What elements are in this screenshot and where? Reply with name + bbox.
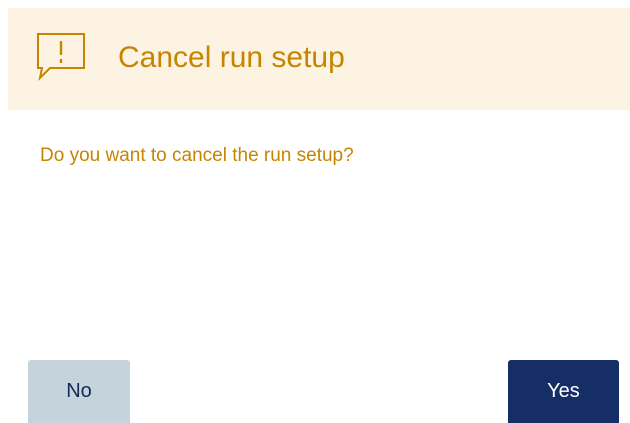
no-button[interactable]: No (28, 360, 130, 423)
dialog-message: Do you want to cancel the run setup? (40, 145, 354, 166)
speech-exclamation-icon (34, 30, 88, 84)
dialog-title: Cancel run setup (118, 41, 345, 74)
dialog-header: Cancel run setup (8, 8, 630, 110)
yes-button[interactable]: Yes (508, 360, 619, 423)
cancel-run-setup-dialog: Cancel run setup Do you want to cancel t… (0, 0, 630, 423)
